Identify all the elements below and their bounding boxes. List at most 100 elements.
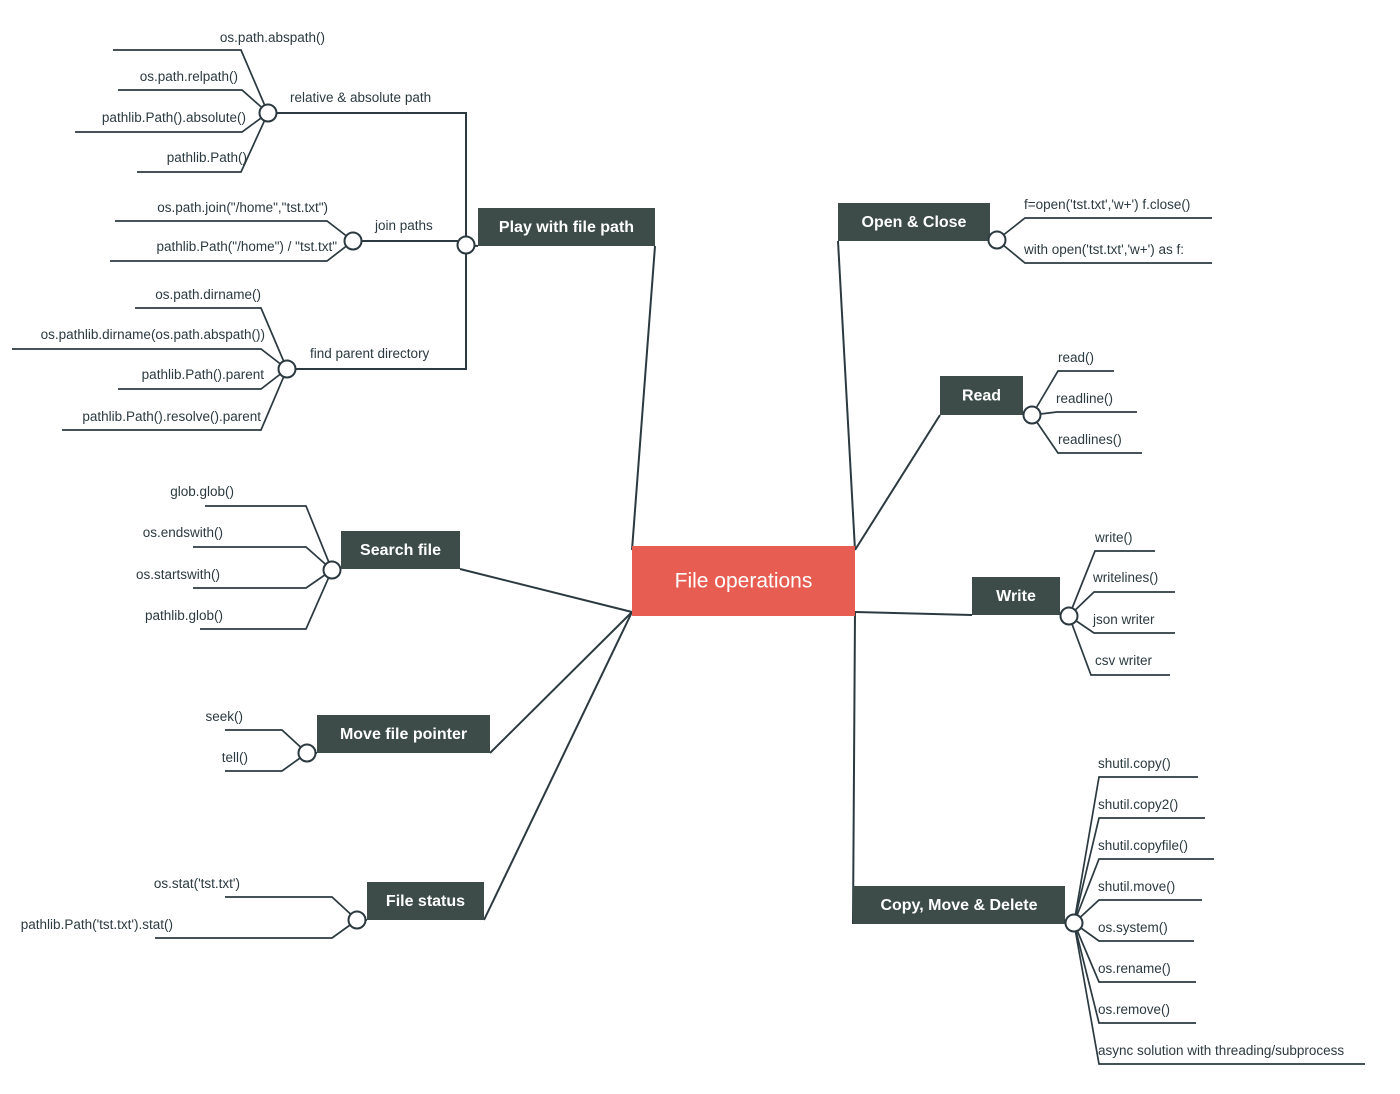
file-status-leaf-connector-1 — [155, 919, 358, 939]
branch-node-read-label: Read — [962, 388, 1001, 405]
file-status-leaf[interactable]: os.stat('tst.txt') — [154, 876, 358, 921]
write-leaf-label-3: csv writer — [1095, 653, 1153, 668]
center-node-file-operations-label: File operations — [675, 570, 813, 593]
play-with-file-path-sg2-leaf-label-1: os.pathlib.dirname(os.path.abspath()) — [41, 327, 265, 342]
read-leaf[interactable]: readlines() — [1031, 414, 1142, 454]
write-leaf-label-2: json writer — [1092, 612, 1155, 627]
play-with-file-path-subgroup-stem-0 — [268, 112, 467, 245]
play-with-file-path-sg2-leaf[interactable]: pathlib.Path().parent — [118, 367, 288, 390]
play-with-file-path-subgroup-2-hub-node[interactable] — [277, 359, 297, 379]
branch-node-write-label: Write — [996, 588, 1036, 605]
branch-node-search-file-label: Search file — [360, 542, 441, 559]
copy-move-delete-leaf[interactable]: os.system() — [1073, 920, 1194, 942]
play-with-file-path-sg2-leaf-label-2: pathlib.Path().parent — [142, 367, 265, 382]
play-with-file-path-sg0-leaf[interactable]: os.path.relpath() — [118, 69, 269, 114]
open-and-close-leaf[interactable]: f=open('tst.txt','w+') f.close() — [996, 197, 1212, 241]
play-with-file-path-sg0-leaf-label-2: pathlib.Path().absolute() — [102, 110, 246, 125]
read-leaf-label-1: readline() — [1056, 391, 1113, 406]
open-and-close-trunk — [837, 240, 856, 551]
play-with-file-path-trunk — [631, 245, 656, 551]
play-with-file-path-sg2-leaf-connector-1 — [12, 348, 288, 370]
play-with-file-path-sg2-leaf-label-0: os.path.dirname() — [155, 287, 261, 302]
move-file-pointer-trunk — [489, 611, 633, 754]
write-leaf-label-1: writelines() — [1092, 570, 1158, 585]
search-file-leaf-label-3: pathlib.glob() — [145, 608, 223, 623]
branch-node-move-file-pointer-label: Move file pointer — [340, 726, 467, 743]
play-with-file-path-sg2-leaf[interactable]: os.pathlib.dirname(os.path.abspath()) — [12, 327, 288, 370]
branch-node-copy-move-delete-label: Copy, Move & Delete — [880, 897, 1037, 914]
move-file-pointer-leaf-label-0: seek() — [205, 709, 243, 724]
file-status-leaf-connector-0 — [225, 896, 358, 921]
play-with-file-path-hub-node[interactable] — [456, 235, 476, 255]
read-leaf-connector-1 — [1031, 411, 1137, 416]
play-with-file-path-subgroup-caption-1: join paths — [374, 218, 433, 233]
branch-node-file-status[interactable]: File status — [367, 882, 484, 920]
move-file-pointer-leaf[interactable]: seek() — [205, 709, 308, 754]
copy-move-delete-leaf-label-5: os.rename() — [1098, 961, 1171, 976]
branch-node-play-with-file-path[interactable]: Play with file path — [478, 208, 655, 246]
play-with-file-path-subgroup-0-hub-node[interactable] — [258, 103, 278, 123]
write-hub-node[interactable] — [1059, 606, 1079, 626]
play-with-file-path-sg0-leaf-label-0: os.path.abspath() — [220, 30, 325, 45]
search-file-leaf[interactable]: os.endswith() — [143, 525, 333, 571]
play-with-file-path-sg1-leaf[interactable]: os.path.join("/home","tst.txt") — [115, 200, 354, 242]
file-status-leaf-label-1: pathlib.Path('tst.txt').stat() — [21, 917, 173, 932]
move-file-pointer-leaf[interactable]: tell() — [222, 750, 308, 772]
copy-move-delete-leaf-label-4: os.system() — [1098, 920, 1168, 935]
copy-move-delete-leaf-label-7: async solution with threading/subprocess — [1098, 1043, 1344, 1058]
mindmap-svg: relative & absolute path os.path.abspath(… — [12, 30, 1365, 1065]
read-hub-node[interactable] — [1022, 405, 1042, 425]
mindmap-canvas: relative & absolute path os.path.abspath(… — [0, 0, 1400, 1094]
move-file-pointer-leaf-label-1: tell() — [222, 750, 248, 765]
center-node-file-operations[interactable]: File operations — [632, 546, 855, 616]
search-file-leaf-label-2: os.startswith() — [136, 567, 220, 582]
file-status-trunk — [483, 611, 633, 921]
play-with-file-path-sg1-leaf[interactable]: pathlib.Path("/home") / "tst.txt" — [110, 239, 354, 262]
search-file-leaf-label-1: os.endswith() — [143, 525, 223, 540]
copy-move-delete-trunk — [852, 611, 856, 925]
read-leaf-label-0: read() — [1058, 350, 1094, 365]
copy-move-delete-leaf-label-1: shutil.copy2() — [1098, 797, 1178, 812]
play-with-file-path-sg0-leaf-label-3: pathlib.Path() — [167, 150, 247, 165]
play-with-file-path-sg0-leaf[interactable]: pathlib.Path().absolute() — [75, 110, 269, 133]
play-with-file-path-sg1-leaf-connector-0 — [115, 220, 354, 242]
branch-node-search-file[interactable]: Search file — [341, 531, 460, 569]
branch-node-move-file-pointer[interactable]: Move file pointer — [317, 715, 490, 753]
read-trunk — [854, 414, 941, 551]
branch-node-open-and-close-label: Open & Close — [862, 214, 967, 231]
branch-node-read[interactable]: Read — [940, 376, 1023, 415]
play-with-file-path-sg2-leaf-label-3: pathlib.Path().resolve().parent — [82, 409, 261, 424]
copy-move-delete-leaf[interactable]: async solution with threading/subprocess — [1073, 922, 1365, 1065]
read-leaf-label-2: readlines() — [1058, 432, 1122, 447]
search-file-leaf-connector-0 — [205, 505, 333, 571]
copy-move-delete-leaf-label-0: shutil.copy() — [1098, 756, 1171, 771]
open-and-close-hub-node[interactable] — [987, 230, 1007, 250]
file-status-leaf-label-0: os.stat('tst.txt') — [154, 876, 240, 891]
search-file-leaf-label-0: glob.glob() — [170, 484, 234, 499]
search-file-leaf[interactable]: os.startswith() — [136, 567, 333, 589]
play-with-file-path-subgroup-1-hub-node[interactable] — [343, 231, 363, 251]
play-with-file-path-subgroup-stem-1 — [353, 240, 467, 245]
open-and-close-leaf-label-0: f=open('tst.txt','w+') f.close() — [1024, 197, 1190, 212]
branch-node-play-with-file-path-label: Play with file path — [499, 219, 634, 236]
search-file-trunk — [459, 568, 633, 613]
write-leaf[interactable]: json writer — [1068, 612, 1175, 634]
move-file-pointer-hub-node[interactable] — [297, 743, 317, 763]
copy-move-delete-leaf-label-2: shutil.copyfile() — [1098, 838, 1188, 853]
open-and-close-leaf[interactable]: with open('tst.txt','w+') as f: — [996, 239, 1212, 264]
branch-node-open-and-close[interactable]: Open & Close — [838, 203, 990, 241]
play-with-file-path-subgroup-caption-2: find parent directory — [310, 346, 430, 361]
read-leaf[interactable]: readline() — [1031, 391, 1137, 416]
file-status-hub-node[interactable] — [347, 910, 367, 930]
copy-move-delete-leaf[interactable]: shutil.move() — [1073, 879, 1202, 924]
file-status-leaf[interactable]: pathlib.Path('tst.txt').stat() — [21, 917, 358, 939]
play-with-file-path-sg1-leaf-label-1: pathlib.Path("/home") / "tst.txt" — [157, 239, 338, 254]
branch-node-write[interactable]: Write — [972, 577, 1060, 615]
branch-node-copy-move-delete[interactable]: Copy, Move & Delete — [853, 886, 1065, 924]
write-trunk — [854, 611, 973, 616]
write-leaf-label-0: write() — [1094, 530, 1133, 545]
search-file-hub-node[interactable] — [322, 560, 342, 580]
copy-move-delete-leaf-label-3: shutil.move() — [1098, 879, 1175, 894]
copy-move-delete-hub-node[interactable] — [1064, 913, 1084, 933]
copy-move-delete-leaf-label-6: os.remove() — [1098, 1002, 1170, 1017]
